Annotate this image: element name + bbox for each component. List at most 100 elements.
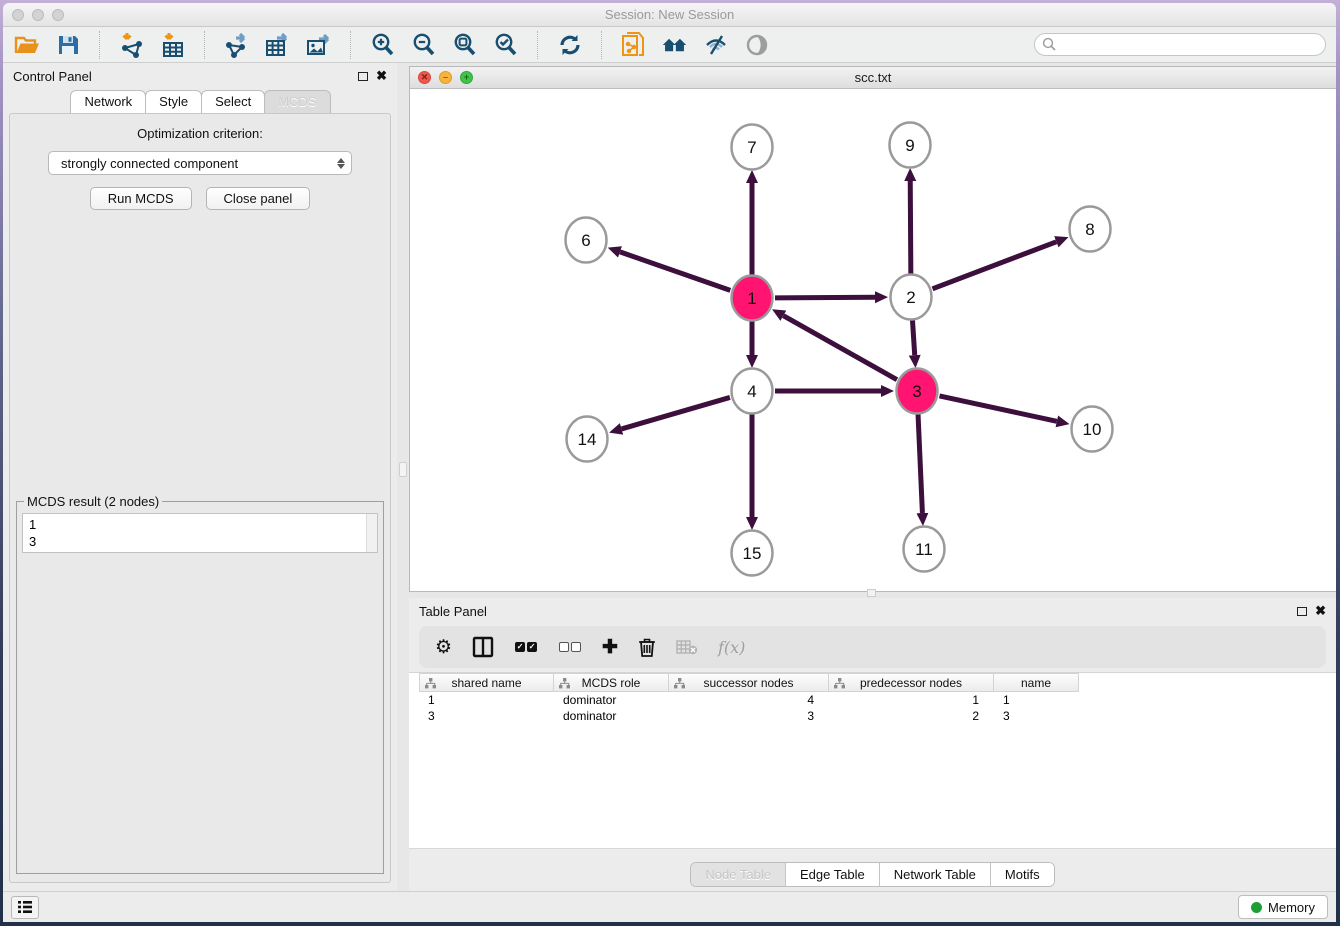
- table-cell[interactable]: 4: [669, 692, 829, 708]
- column-type-icon: [834, 678, 845, 689]
- close-panel-icon[interactable]: ✖: [376, 71, 387, 81]
- column-header-predecessor-nodes[interactable]: predecessor nodes: [829, 673, 994, 692]
- save-session-icon[interactable]: [54, 31, 81, 58]
- optimization-criterion-select[interactable]: strongly connected component: [48, 151, 352, 175]
- table-cell[interactable]: dominator: [554, 692, 669, 708]
- horizontal-splitter[interactable]: [409, 592, 1336, 598]
- refresh-layout-icon[interactable]: [556, 31, 583, 58]
- table-toolbar: ⚙ ✓✓ ✚ f(x): [419, 626, 1326, 668]
- tab-select[interactable]: Select: [201, 90, 265, 113]
- unselect-all-icon[interactable]: [558, 635, 582, 659]
- mcds-result-textarea[interactable]: 13: [22, 513, 378, 553]
- close-panel-icon[interactable]: ✖: [1315, 606, 1326, 616]
- memory-button[interactable]: Memory: [1238, 895, 1328, 919]
- column-header-name[interactable]: name: [994, 673, 1079, 692]
- graph-edge-1-2[interactable]: [775, 297, 875, 298]
- float-panel-icon[interactable]: [1297, 607, 1307, 616]
- delete-row-icon[interactable]: [638, 635, 656, 659]
- close-panel-button[interactable]: Close panel: [206, 187, 311, 210]
- splitter-grip[interactable]: [399, 462, 407, 477]
- table-cell[interactable]: 1: [829, 692, 994, 708]
- hide-selected-icon[interactable]: [702, 31, 729, 58]
- vertical-splitter[interactable]: [397, 63, 409, 891]
- column-header-label: shared name: [451, 676, 521, 690]
- control-panel: Control Panel ✖ Network Style Select MCD…: [3, 63, 397, 891]
- desktop-frame: Session: New Session: [0, 0, 1340, 926]
- table-cell[interactable]: 1: [419, 692, 554, 708]
- graph-edge-1-6[interactable]: [620, 252, 730, 291]
- table-cell[interactable]: 1: [994, 692, 1079, 708]
- clone-network-icon[interactable]: [620, 31, 647, 58]
- window-title: Session: New Session: [3, 7, 1336, 22]
- import-network-icon[interactable]: [118, 31, 145, 58]
- splitter-grip[interactable]: [867, 589, 876, 597]
- table-options-gear-icon[interactable]: ⚙: [435, 635, 452, 659]
- graph-node-label: 3: [912, 382, 921, 401]
- add-column-icon[interactable]: ✚: [602, 635, 618, 659]
- column-header-MCDS-role[interactable]: MCDS role: [554, 673, 669, 692]
- result-scrollbar[interactable]: [366, 514, 377, 552]
- graph-edge-3-10[interactable]: [939, 396, 1056, 421]
- control-panel-titlebar: Control Panel ✖: [3, 63, 397, 89]
- tab-motifs[interactable]: Motifs: [991, 863, 1054, 886]
- graph-edge-2-8[interactable]: [933, 242, 1057, 289]
- table-row[interactable]: 1dominator411: [419, 692, 1336, 708]
- table-cell[interactable]: dominator: [554, 708, 669, 724]
- tab-network-table[interactable]: Network Table: [880, 863, 991, 886]
- show-all-icon[interactable]: [743, 31, 770, 58]
- first-neighbors-icon[interactable]: [661, 31, 688, 58]
- tab-node-table[interactable]: Node Table: [691, 863, 786, 886]
- column-type-icon: [425, 678, 436, 689]
- column-header-shared-name[interactable]: shared name: [419, 673, 554, 692]
- zoom-fit-icon[interactable]: [451, 31, 478, 58]
- toolbar-separator: [99, 31, 100, 59]
- export-image-icon[interactable]: [305, 31, 332, 58]
- mcds-result-legend: MCDS result (2 nodes): [24, 494, 162, 509]
- tab-network[interactable]: Network: [70, 90, 146, 113]
- zoom-selected-icon[interactable]: [492, 31, 519, 58]
- toolbar-separator: [601, 31, 602, 59]
- main-titlebar: Session: New Session: [3, 3, 1336, 27]
- column-header-label: MCDS role: [582, 676, 641, 690]
- select-all-icon[interactable]: ✓✓: [514, 635, 538, 659]
- table-row[interactable]: 3dominator323: [419, 708, 1336, 724]
- status-bar: Memory: [3, 891, 1336, 922]
- tab-mcds[interactable]: MCDS: [264, 90, 330, 113]
- graph-node-label: 7: [747, 138, 756, 157]
- network-window-title: scc.txt: [410, 70, 1336, 85]
- main-toolbar: [3, 27, 1336, 63]
- table-cell[interactable]: 3: [994, 708, 1079, 724]
- graph-edge-2-3[interactable]: [912, 320, 914, 355]
- function-builder-icon[interactable]: f(x): [718, 635, 745, 659]
- table-cell[interactable]: 3: [419, 708, 554, 724]
- network-window-titlebar[interactable]: ✕ – + scc.txt: [410, 67, 1336, 89]
- search-input[interactable]: [1034, 33, 1326, 56]
- mcds-result-box: MCDS result (2 nodes) 13: [16, 494, 384, 874]
- export-table-icon[interactable]: [264, 31, 291, 58]
- zoom-in-icon[interactable]: [369, 31, 396, 58]
- list-icon: [17, 900, 33, 914]
- tab-edge-table[interactable]: Edge Table: [786, 863, 880, 886]
- table-hscrollbar[interactable]: [409, 848, 1336, 858]
- graph-edge-4-14[interactable]: [622, 397, 730, 429]
- table-cell[interactable]: 2: [829, 708, 994, 724]
- control-panel-tabs: Network Style Select MCDS: [3, 89, 397, 113]
- graph-edge-2-9[interactable]: [910, 181, 911, 274]
- task-history-button[interactable]: [11, 896, 39, 919]
- tab-style[interactable]: Style: [145, 90, 202, 113]
- import-table-icon[interactable]: [159, 31, 186, 58]
- delete-table-icon[interactable]: [676, 635, 698, 659]
- graph-edge-3-1[interactable]: [783, 316, 897, 380]
- zoom-out-icon[interactable]: [410, 31, 437, 58]
- network-canvas[interactable]: 1234678910111415: [410, 89, 1336, 591]
- fit-columns-icon[interactable]: [472, 635, 494, 659]
- float-panel-icon[interactable]: [358, 72, 368, 81]
- column-header-successor-nodes[interactable]: successor nodes: [669, 673, 829, 692]
- table-panel-titlebar: Table Panel ✖: [409, 598, 1336, 624]
- table-cell[interactable]: 3: [669, 708, 829, 724]
- network-window: ✕ – + scc.txt 1234678910111415: [409, 66, 1336, 592]
- open-session-icon[interactable]: [13, 31, 40, 58]
- graph-edge-3-11[interactable]: [918, 414, 922, 513]
- export-network-icon[interactable]: [223, 31, 250, 58]
- run-mcds-button[interactable]: Run MCDS: [90, 187, 192, 210]
